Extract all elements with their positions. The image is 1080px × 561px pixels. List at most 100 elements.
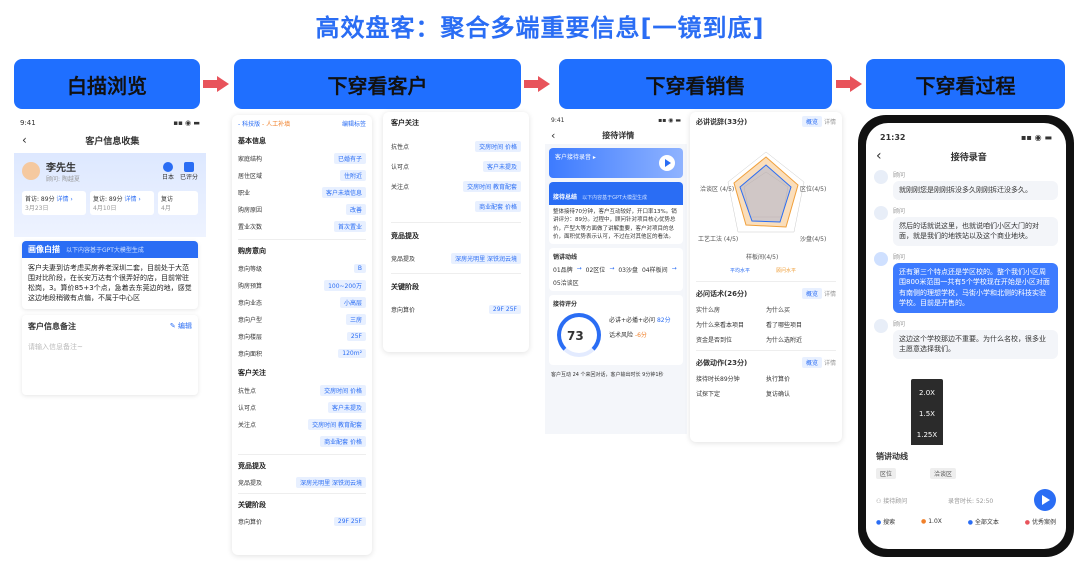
item-row: 资金是否到位 为什么选附近 bbox=[696, 335, 836, 344]
check-item: 为什么买 bbox=[766, 307, 791, 314]
rating-icon[interactable] bbox=[183, 161, 194, 172]
summary-sub: 以下内容基于GPT大模型生成 bbox=[582, 195, 648, 201]
stage-customer: 下穿看客户 bbox=[234, 59, 521, 109]
row-tag: 商业配套 价格 bbox=[320, 436, 366, 447]
speed-option[interactable]: 1.5X bbox=[911, 404, 943, 425]
tab-overview[interactable]: 概览 bbox=[802, 288, 823, 299]
cases-button[interactable]: ● 优秀案例 bbox=[1025, 517, 1056, 526]
radar-label: 工艺工法 (4/5) bbox=[698, 235, 738, 243]
speed-button[interactable]: ● 1.0X bbox=[921, 518, 942, 525]
row-label: 居住区域 bbox=[238, 173, 263, 180]
signal-icon: ▪▪ ◉ ▬ bbox=[173, 119, 200, 127]
info-row: 意向等级 B bbox=[238, 260, 366, 277]
check-item: 看了哪些项目 bbox=[766, 322, 803, 329]
tab-detail[interactable]: 详情 bbox=[824, 119, 836, 126]
message-text: 还有第三个特点还是学区校的。整个我们小区周围800米范围一共有5个学校现在开始是… bbox=[893, 262, 1058, 313]
legend-auto: - 科技版 bbox=[238, 121, 261, 128]
row-label: 购房预算 bbox=[238, 283, 263, 290]
info-row: 居住区域 住附近 bbox=[238, 167, 366, 184]
duration: 录音时长: 52:50 bbox=[948, 497, 994, 505]
rating-label: 已评分 bbox=[179, 173, 198, 181]
talk-tag[interactable]: 洽谈区 bbox=[930, 468, 957, 479]
row-tag: 首次置业 bbox=[333, 221, 366, 232]
talk-tag[interactable]: 区位 bbox=[876, 468, 897, 479]
row-label: 意向楼层 bbox=[238, 334, 263, 341]
audio-card[interactable]: 客户接待录音 ▸ bbox=[549, 148, 683, 178]
row-tag: 深房光明里 深铁润云境 bbox=[296, 476, 366, 488]
visit-detail[interactable]: 详情 › bbox=[125, 196, 141, 203]
row-tag: 客户未提及 bbox=[327, 402, 366, 413]
search-label: 搜索 bbox=[883, 519, 896, 526]
row-tag: 交房时间 价格 bbox=[320, 385, 366, 396]
info-row: 购房原因 改善 bbox=[238, 201, 366, 218]
summary-card: 接待总结 以下内容基于GPT大模型生成 整体接待70分钟，客户互动较好，开口率1… bbox=[549, 182, 683, 244]
item-row: 实什么房 为什么买 bbox=[696, 305, 836, 314]
tab-detail[interactable]: 详情 bbox=[824, 360, 836, 367]
remark-input[interactable]: 请输入信息备注~ bbox=[28, 342, 192, 352]
edit-label: 编辑 bbox=[178, 322, 192, 331]
input-advisor[interactable]: ⚇ 接待顾问 bbox=[876, 496, 907, 505]
footer-text: 客户互动 24 个来回对话，客户输出时长 9分钟1秒 bbox=[551, 372, 664, 378]
header-title: 客户信息收集 bbox=[85, 136, 140, 147]
row-tag: 25F bbox=[346, 332, 366, 341]
info-row: 购房预算 100~200万 bbox=[238, 277, 366, 294]
edit-tags-button[interactable]: 编辑标签 bbox=[342, 119, 366, 128]
row-tag: 客户未提及 bbox=[482, 160, 521, 172]
edit-button[interactable]: ✎ 编辑 bbox=[170, 321, 192, 331]
header-title: 接待详情 bbox=[602, 131, 635, 140]
check-item: 试探下定 bbox=[696, 391, 721, 398]
row-label: 竞品提及 bbox=[238, 479, 263, 487]
summary-text: 整体接待70分钟，客户互动较好，开口率13%。销讲评分：89分。过程中，顾问针对… bbox=[553, 209, 677, 240]
fulltext-button[interactable]: ● 全部文本 bbox=[968, 517, 999, 526]
message-text: 这边这个学校那边不重要。为什么名校，很多业主愿意选择我们。 bbox=[893, 329, 1058, 359]
page-title: 高效盘客：聚合多端重要信息[一镜到底] bbox=[315, 14, 765, 42]
row-label: 认可点 bbox=[238, 405, 257, 412]
row-label: 置业次数 bbox=[238, 224, 263, 231]
speed-option[interactable]: 2.0X bbox=[911, 383, 943, 404]
info-row: 认可点 客户未提及 bbox=[391, 156, 521, 176]
row-label: 意向算价 bbox=[391, 306, 416, 314]
message-body: 顾问 还有第三个特点还是学区校的。整个我们小区周围800米范围一共有5个学校现在开… bbox=[893, 252, 1058, 313]
item-row: 试探下定 复访确认 bbox=[696, 389, 836, 398]
info-row: 商业配套 价格 bbox=[238, 433, 366, 450]
row-label: 抗性点 bbox=[238, 388, 257, 395]
row-tag: 交房时间 教育配套 bbox=[463, 180, 521, 192]
score-item-value: 82分 bbox=[656, 317, 671, 324]
section-stage: 关键阶段 bbox=[238, 501, 266, 509]
message-body: 顾问 然后的话就说这里，也就说咱们小区大门的对面，就是我们的地铁站以及这个商业地块… bbox=[893, 206, 1058, 246]
item-row: 接待时长89分钟 执行算价 bbox=[696, 374, 836, 383]
row-tag: 客户未填信息 bbox=[321, 187, 366, 198]
visit-detail[interactable]: 详情 › bbox=[57, 196, 73, 203]
speed-option[interactable]: 1.25X bbox=[911, 425, 943, 446]
message: 顾问 还有第三个特点还是学区校的。整个我们小区周围800米范围一共有5个学校现在开… bbox=[874, 251, 1058, 313]
visit-score: 复访 bbox=[161, 196, 174, 203]
row-label: 抗性点 bbox=[391, 143, 410, 151]
row-tag: 120m² bbox=[338, 349, 366, 358]
visit-card[interactable]: 首访: 89分 详情 › 3月23日 bbox=[22, 191, 86, 215]
search-button[interactable]: ● 搜索 bbox=[876, 517, 895, 526]
check-item: 为什么选附近 bbox=[766, 337, 803, 344]
info-row: 关注点 交房时间 教育配套 bbox=[238, 416, 366, 433]
remark-title: 客户信息备注 bbox=[28, 321, 76, 331]
calendar-icon[interactable] bbox=[162, 161, 173, 172]
schedule-label: 日本 bbox=[161, 173, 174, 181]
section-focus: 客户关注 bbox=[238, 369, 266, 377]
tab-overview[interactable]: 概览 bbox=[802, 116, 823, 127]
flow-step: 01品牌 bbox=[553, 267, 573, 274]
arrow-icon bbox=[203, 76, 229, 92]
signal-icon: ▪▪ ◉ ▬ bbox=[1021, 133, 1052, 142]
tab-detail[interactable]: 详情 bbox=[824, 291, 836, 298]
play-button[interactable] bbox=[1033, 489, 1056, 511]
row-label: 家庭结构 bbox=[238, 156, 263, 163]
tab-overview[interactable]: 概览 bbox=[802, 357, 823, 368]
status-time: 9:41 bbox=[551, 117, 565, 124]
info-row: 意向户型 三房 bbox=[238, 311, 366, 328]
play-icon[interactable] bbox=[659, 155, 675, 171]
row-tag: 交房时间 价格 bbox=[475, 140, 521, 152]
customer-name: 李先生 bbox=[46, 163, 76, 174]
visit-card[interactable]: 复访: 89分 详情 › 4月10日 bbox=[90, 191, 154, 215]
avatar bbox=[874, 170, 888, 184]
row-label: 意向业态 bbox=[238, 300, 263, 307]
flow-step: 04样板间 bbox=[641, 267, 668, 274]
visit-card[interactable]: 复访 4月 bbox=[158, 191, 198, 215]
